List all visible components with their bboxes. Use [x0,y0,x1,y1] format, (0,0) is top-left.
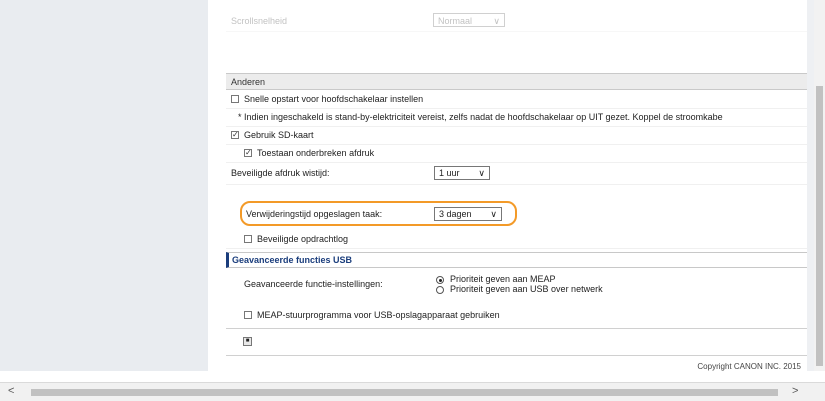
stored-job-delete-time-select[interactable]: 3 dagen ∨ [434,207,502,221]
use-sd-card-checkbox[interactable]: ✓ [231,131,239,139]
quick-startup-label: Snelle opstart voor hoofdschakelaar inst… [244,94,424,104]
horizontal-scroll-thumb[interactable] [31,389,778,396]
divider [226,328,807,329]
usb-function-settings-row: Geavanceerde functie-instellingen: Prior… [226,270,807,302]
collapse-icon[interactable]: ■ [243,337,252,346]
quick-startup-row: Snelle opstart voor hoofdschakelaar inst… [226,90,807,109]
scroll-left-arrow[interactable]: < [8,385,14,397]
secure-job-log-checkbox[interactable] [244,235,252,243]
section-header-usb: Geavanceerde functies USB [226,252,807,268]
horizontal-scrollbar[interactable]: < > [0,382,825,401]
chevron-down-icon: ∨ [478,168,485,178]
allow-interrupt-row: ✓ Toestaan onderbreken afdruk [226,144,807,163]
use-sd-card-label: Gebruik SD-kaart [244,130,314,140]
option-prioritize-usb-network: Prioriteit geven aan USB over netwerk [450,284,603,294]
stored-job-delete-time-label: Verwijderingstijd opgeslagen taak: [246,209,383,219]
allow-interrupt-label: Toestaan onderbreken afdruk [257,148,375,158]
section-header-other: Anderen [226,73,807,90]
standby-note: * Indien ingeschakeld is stand-by-elektr… [238,112,723,122]
chevron-down-icon: ∨ [490,209,497,219]
divider [226,355,807,356]
secure-job-log-row: Beveiligde opdrachtlog [226,230,807,249]
usb-function-settings-label: Geavanceerde functie-instellingen: [244,279,383,289]
secure-delete-time-row: Beveiligde afdruk wistijd: 1 uur ∨ [226,162,807,185]
vertical-scrollbar[interactable] [814,0,825,371]
meap-driver-checkbox[interactable] [244,311,252,319]
settings-content: Scrollsnelheid Normaal ∨ Anderen Snelle o… [208,0,807,371]
standby-note-row: * Indien ingeschakeld is stand-by-elektr… [226,108,807,127]
radio-prioritize-usb-network[interactable] [436,286,444,294]
secure-delete-time-label: Beveiligde afdruk wistijd: [231,168,330,178]
quick-startup-checkbox[interactable] [231,95,239,103]
meap-driver-label: MEAP-stuurprogramma voor USB-opslagappar… [257,310,500,320]
left-navigation-panel [0,0,208,371]
meap-driver-row: MEAP-stuurprogramma voor USB-opslagappar… [226,306,807,324]
chevron-down-icon: ∨ [493,16,500,26]
right-gutter [807,0,814,371]
copyright-text: Copyright CANON INC. 2015 [697,362,801,371]
secure-job-log-label: Beveiligde opdrachtlog [257,234,349,244]
use-sd-card-row: ✓ Gebruik SD-kaart [226,126,807,145]
radio-prioritize-meap[interactable] [436,276,444,284]
scroll-speed-row: Scrollsnelheid Normaal ∨ [226,13,807,32]
secure-delete-time-select[interactable]: 1 uur ∨ [434,166,490,180]
scroll-speed-label: Scrollsnelheid [231,16,288,26]
scroll-speed-select[interactable]: Normaal ∨ [433,13,505,27]
option-prioritize-meap: Prioriteit geven aan MEAP [450,274,556,284]
vertical-scroll-thumb[interactable] [816,86,823,366]
scroll-right-arrow[interactable]: > [792,385,798,397]
allow-interrupt-checkbox[interactable]: ✓ [244,149,252,157]
stored-job-delete-time-row: Verwijderingstijd opgeslagen taak: 3 dag… [226,204,807,224]
